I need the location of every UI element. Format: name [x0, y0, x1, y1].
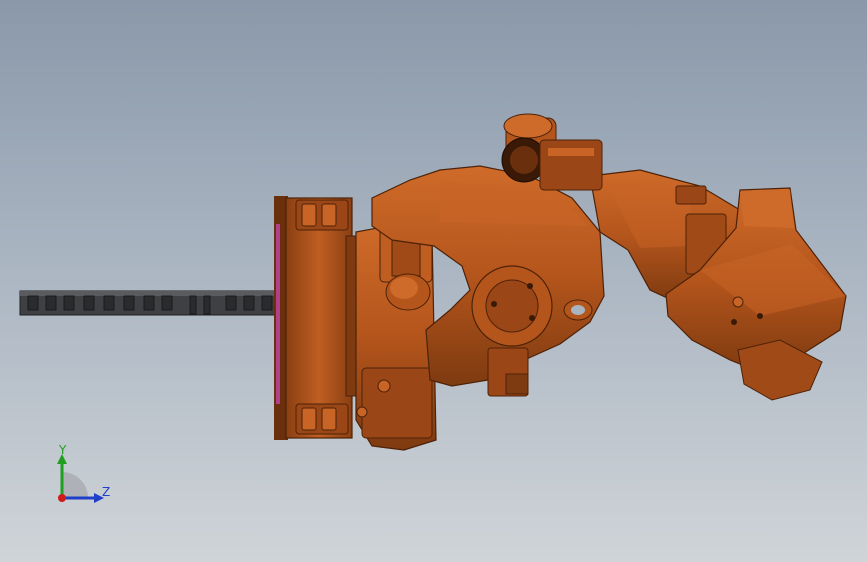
coordinate-triad: Y Z	[40, 436, 130, 516]
robot-arm-model[interactable]	[0, 0, 867, 562]
flange-plate	[274, 196, 359, 440]
tool-rail	[19, 290, 279, 316]
top-motor	[501, 113, 603, 191]
z-axis-label: Z	[102, 485, 111, 499]
y-axis-label: Y	[59, 443, 67, 457]
graphics-viewport[interactable]: Y Z	[0, 0, 867, 562]
triad-graphic	[57, 454, 104, 503]
wrist-housing	[355, 221, 437, 451]
